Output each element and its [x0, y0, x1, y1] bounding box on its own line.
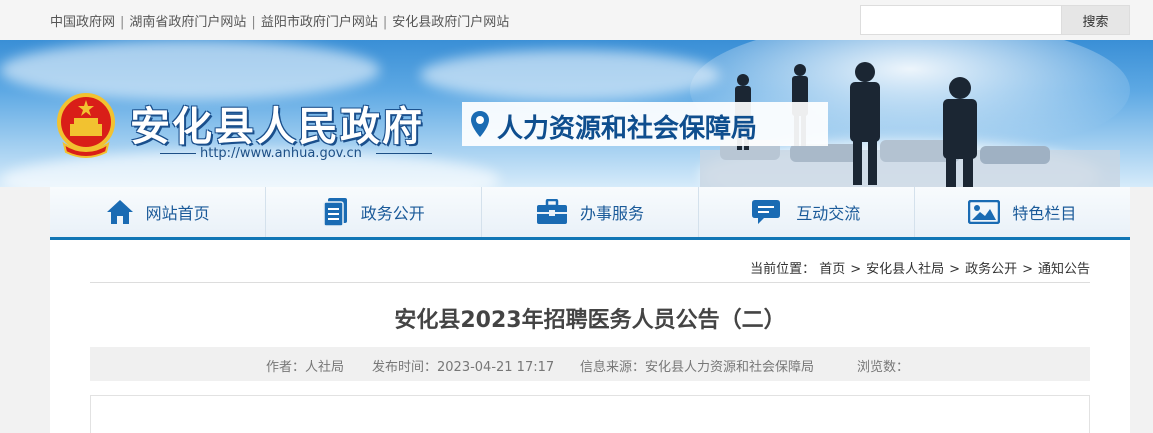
- home-icon: [106, 200, 133, 224]
- nav-item-label: 特色栏目: [1012, 204, 1077, 223]
- national-emblem-icon: [57, 93, 115, 158]
- article-publish-time: 发布时间：2023-04-21 17:17: [372, 360, 555, 375]
- nav-item-label: 网站首页: [145, 204, 210, 223]
- top-bar: 中国政府网 | 湖南省政府门户网站 | 益阳市政府门户网站 | 安化县政府门户网站 搜索: [0, 0, 1153, 40]
- breadcrumb: 当前位置： 首页 > 安化县人社局 > 政务公开 > 通知公告: [750, 262, 1090, 277]
- breadcrumb-hrss[interactable]: 安化县人社局: [866, 262, 944, 277]
- nav-item-label: 互动交流: [796, 204, 861, 223]
- document-icon: [323, 198, 347, 227]
- image-icon: [968, 200, 1001, 224]
- nav-item-label: 政务公开: [360, 204, 425, 223]
- gov-site-links: 中国政府网 | 湖南省政府门户网站 | 益阳市政府门户网站 | 安化县政府门户网站: [50, 15, 510, 30]
- breadcrumb-notices[interactable]: 通知公告: [1038, 262, 1090, 277]
- article-author: 作者：人社局: [266, 360, 345, 375]
- article-title: 安化县2023年招聘医务人员公告（二）: [394, 308, 786, 333]
- main-nav: 网站首页 政务公开 办事服务 互动交流 特色栏目: [50, 187, 1130, 240]
- link-hunan-gov[interactable]: 湖南省政府门户网站: [129, 15, 246, 30]
- briefcase-icon: [537, 199, 567, 224]
- nav-item-label: 办事服务: [580, 204, 645, 223]
- article-source: 信息来源：安化县人力资源和社会保障局: [580, 360, 815, 375]
- nav-item-gov-affairs[interactable]: 政务公开: [266, 187, 483, 237]
- breadcrumb-gov-affairs[interactable]: 政务公开: [965, 262, 1017, 277]
- nav-item-services[interactable]: 办事服务: [482, 187, 699, 237]
- article-body: [90, 395, 1090, 433]
- nav-item-interaction[interactable]: 互动交流: [699, 187, 915, 237]
- site-banner: 安化县人民政府 http://www.anhua.gov.cn 人力资源和社会保…: [0, 40, 1153, 187]
- article-container: 当前位置： 首页 > 安化县人社局 > 政务公开 > 通知公告 安化县2023年招聘医务人员…: [50, 240, 1130, 433]
- dept-name: 人力资源和社会保障局: [497, 114, 758, 144]
- link-anhua-gov[interactable]: 安化县政府门户网站: [392, 15, 509, 30]
- nav-item-featured[interactable]: 特色栏目: [915, 187, 1130, 237]
- location-pin-icon: [471, 111, 489, 137]
- breadcrumb-home[interactable]: 首页: [819, 262, 845, 277]
- gov-site-url: http://www.anhua.gov.cn: [200, 146, 362, 161]
- link-china-gov[interactable]: 中国政府网: [50, 15, 115, 30]
- search-button[interactable]: 搜索: [1062, 5, 1130, 35]
- article-meta: 作者：人社局 发布时间：2023-04-21 17:17 信息来源：安化县人力资…: [90, 347, 1090, 381]
- gov-site-title: 安化县人民政府: [130, 103, 424, 150]
- nav-item-home[interactable]: 网站首页: [50, 187, 267, 237]
- search-input[interactable]: [860, 5, 1062, 35]
- breadcrumb-prefix: 当前位置：: [750, 262, 816, 277]
- article-views: 浏览数：: [857, 360, 910, 375]
- divider: [90, 282, 1090, 283]
- chat-icon: [752, 200, 781, 224]
- link-yiyang-gov[interactable]: 益阳市政府门户网站: [261, 15, 378, 30]
